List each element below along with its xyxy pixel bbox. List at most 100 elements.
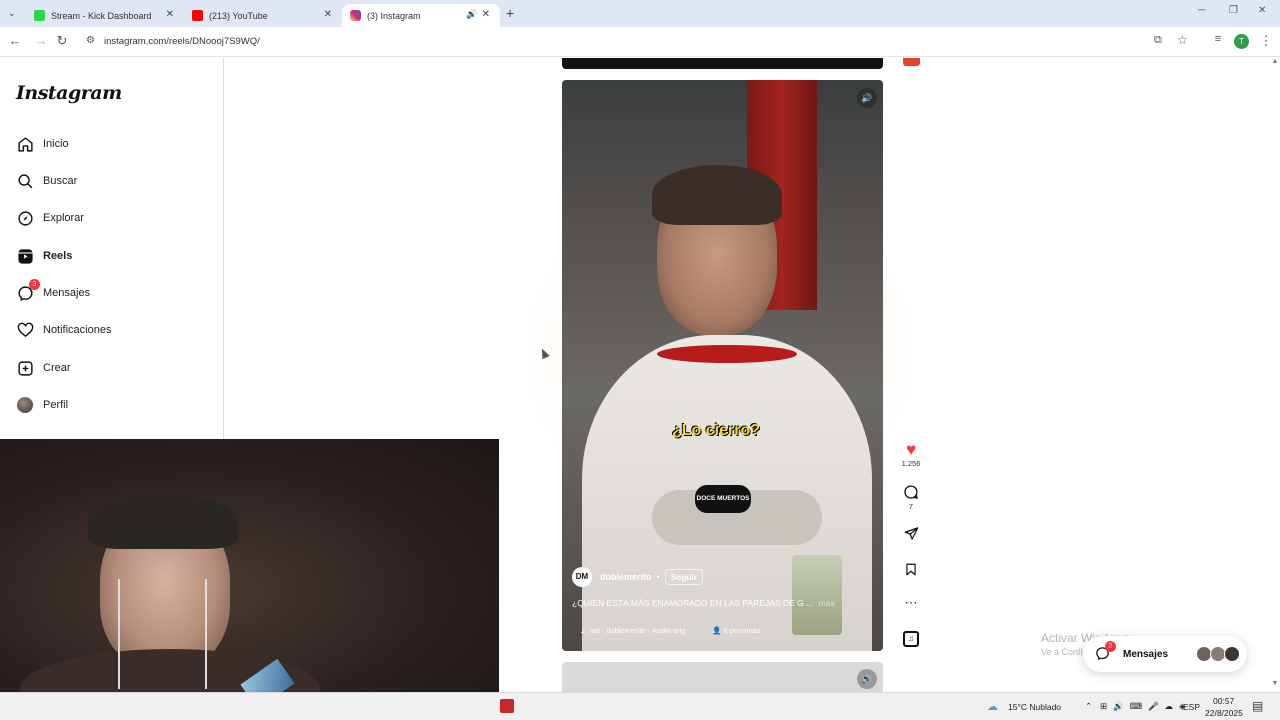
save-icon[interactable]: [900, 562, 922, 579]
comment-action[interactable]: 7: [900, 484, 922, 511]
more-link[interactable]: más: [819, 598, 835, 608]
reel-caption: ¿QUIÉN ESTÁ MÁS ENAMORADO EN LAS PAREJAS…: [572, 598, 835, 608]
weather-icon: ☁: [987, 701, 998, 713]
reel-audio-info[interactable]: ♬ nal · doblemerito · Audio orig: [580, 626, 685, 635]
sidebar-item-label: Perfil: [43, 399, 69, 411]
sidebar-item-label: Mensajes: [43, 287, 91, 299]
previous-reel-audio-icon[interactable]: [903, 58, 920, 66]
tray-icons[interactable]: ⊞🔊⌨🎤☁◈: [1100, 701, 1192, 712]
tab-instagram[interactable]: (3) Instagram 🔊 ✕: [342, 4, 500, 27]
audio-track-icon[interactable]: ♫: [900, 631, 922, 647]
site-info-icon[interactable]: ⚙: [86, 35, 95, 46]
sidebar-item-explorar[interactable]: Explorar: [16, 206, 206, 230]
sidebar-item-mensajes[interactable]: 3 Mensajes: [16, 279, 206, 305]
kick-favicon-icon: [34, 10, 45, 21]
sidebar-item-buscar[interactable]: Buscar: [16, 169, 206, 193]
sidebar-item-inicio[interactable]: Inicio: [16, 132, 206, 156]
sidebar-item-perfil[interactable]: Perfil: [16, 393, 206, 417]
scroll-down-icon[interactable]: ▼: [1270, 680, 1280, 687]
reel-video[interactable]: 🔊 ¿Lo cierro? DOCE MUERTOS DM doblemerit…: [562, 80, 883, 651]
profile-avatar[interactable]: T: [1234, 34, 1249, 49]
reel-glass: [792, 555, 842, 635]
close-icon[interactable]: ✕: [324, 9, 332, 20]
reel-author: DM doblemerito • Seguir: [572, 567, 704, 587]
minimize-button[interactable]: ─: [1198, 5, 1205, 16]
page-scrollbar[interactable]: ▲ ▼: [1270, 58, 1280, 692]
tab-search-icon[interactable]: ⌄: [8, 8, 16, 19]
new-tab-button[interactable]: +: [506, 5, 514, 21]
notifications-icon[interactable]: ▤: [1252, 699, 1263, 713]
instagram-page: Instagram Inicio Buscar Explorar Reels 3…: [0, 58, 1280, 692]
share-icon[interactable]: [900, 526, 922, 543]
like-action[interactable]: ♥ 1.256: [900, 441, 922, 469]
reel-person-hair: [652, 165, 782, 225]
clock-date[interactable]: 22/8/2025: [1205, 708, 1243, 718]
close-icon[interactable]: ✕: [166, 9, 174, 20]
taskbar-app-icon[interactable]: [500, 699, 514, 713]
messenger-icon: 3: [1095, 641, 1116, 662]
sidebar-item-crear[interactable]: Crear: [16, 356, 206, 380]
speaker-icon[interactable]: 🔊: [466, 9, 477, 20]
caption-text: ¿QUIÉN ESTÁ MÁS ENAMORADO EN LAS PAREJAS…: [572, 598, 814, 608]
like-count: 1.256: [901, 459, 921, 468]
messages-pill[interactable]: 3 Mensajes: [1083, 636, 1247, 672]
plus-square-icon: [16, 359, 34, 377]
close-window-button[interactable]: ✕: [1258, 5, 1266, 16]
scroll-up-icon[interactable]: ▲: [1270, 58, 1280, 65]
comment-count: 7: [908, 502, 914, 511]
tray-chevron-icon[interactable]: ⌃: [1085, 701, 1092, 712]
tab-kick[interactable]: Stream - Kick Dashboard ✕: [26, 4, 184, 27]
reel-jersey-stripe: [657, 345, 797, 363]
weather-text[interactable]: 15°C Nublado: [1008, 702, 1061, 712]
windows-taskbar: ☁ 15°C Nublado ⌃ ⊞🔊⌨🎤☁◈ ESP 00:57 22/8/2…: [0, 692, 1280, 720]
reel-overlay-text: ¿Lo cierro?: [672, 422, 761, 439]
webcam-overlay: [0, 439, 499, 692]
close-icon[interactable]: ✕: [482, 9, 490, 20]
home-icon: [16, 135, 34, 153]
back-icon[interactable]: ←: [7, 33, 23, 48]
browser-toolbar: ← → ↻ ⚙ instagram.com/reels/DNoooj7S9WQ/…: [0, 27, 1280, 57]
streamer-cap: [88, 494, 238, 549]
messenger-icon: 3: [16, 279, 40, 302]
language-indicator[interactable]: ESP: [1183, 702, 1200, 712]
mute-toggle-icon[interactable]: 🔊: [857, 669, 877, 689]
maximize-button[interactable]: ❐: [1229, 5, 1238, 16]
music-note-icon: ♬: [580, 626, 590, 635]
reload-icon[interactable]: ↻: [54, 33, 70, 49]
notification-badge: 3: [1105, 641, 1116, 652]
reels-icon: [16, 247, 34, 265]
address-bar[interactable]: ⚙ instagram.com/reels/DNoooj7S9WQ/ ⧉ ☆: [78, 30, 1198, 54]
audio-text: nal · doblemerito · Audio orig: [589, 626, 686, 635]
media-control-icon[interactable]: ≡: [1210, 33, 1226, 45]
author-avatar[interactable]: DM: [572, 567, 592, 587]
heart-filled-icon[interactable]: ♥: [900, 441, 922, 459]
author-username[interactable]: doblemerito: [600, 572, 652, 582]
more-options-icon[interactable]: ⋯: [900, 595, 922, 611]
earphone-wire: [118, 579, 120, 689]
search-icon: [16, 172, 34, 190]
bookmark-star-icon[interactable]: ☆: [1177, 33, 1188, 47]
sidebar-item-reels[interactable]: Reels: [16, 244, 206, 268]
clock-time[interactable]: 00:57: [1213, 696, 1234, 706]
sidebar-item-label: Crear: [43, 362, 71, 374]
install-icon[interactable]: ⧉: [1154, 34, 1162, 47]
follow-button[interactable]: Seguir: [664, 569, 704, 585]
comment-icon[interactable]: [900, 484, 922, 502]
instagram-favicon-icon: [350, 10, 361, 21]
avatar: [1224, 646, 1241, 662]
mute-toggle-icon[interactable]: 🔊: [857, 88, 877, 108]
reel-tagged-people[interactable]: 👤 6 personas: [712, 626, 761, 635]
tab-title: (3) Instagram: [367, 10, 421, 21]
doce-muertos-logo: DOCE MUERTOS: [695, 485, 751, 513]
instagram-logo[interactable]: Instagram: [16, 82, 122, 104]
heart-icon: [16, 321, 34, 339]
sidebar-item-notificaciones[interactable]: Notificaciones: [16, 318, 206, 342]
forward-icon[interactable]: →: [33, 33, 49, 48]
previous-reel[interactable]: [562, 58, 883, 69]
menu-icon[interactable]: ⋮: [1258, 33, 1274, 49]
tab-youtube[interactable]: (213) YouTube ✕: [184, 4, 342, 27]
next-reel[interactable]: 🔊: [562, 662, 883, 692]
compass-icon: [16, 209, 34, 227]
sidebar-item-label: Notificaciones: [43, 324, 112, 336]
tab-title: Stream - Kick Dashboard: [51, 10, 152, 21]
